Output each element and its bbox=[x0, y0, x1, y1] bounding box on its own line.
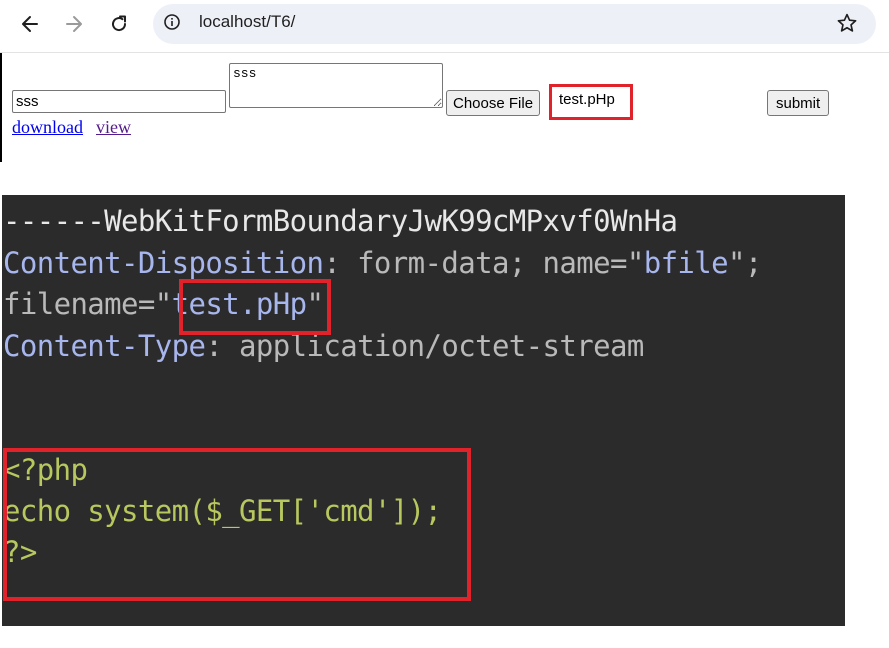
back-arrow-icon bbox=[22, 16, 38, 32]
choose-file-button[interactable]: Choose File bbox=[446, 90, 541, 116]
message-textarea[interactable]: sss bbox=[229, 63, 443, 108]
back-button[interactable] bbox=[15, 9, 45, 39]
star-icon[interactable] bbox=[836, 12, 858, 34]
text-field[interactable] bbox=[12, 90, 226, 113]
file-name-highlight bbox=[549, 84, 633, 120]
cd-quote-close: "; bbox=[728, 246, 762, 280]
cd-key: Content-Disposition bbox=[3, 246, 324, 280]
fn-key: filename= bbox=[3, 287, 155, 321]
reload-button[interactable] bbox=[104, 9, 134, 39]
fn-quote-open: " bbox=[154, 287, 172, 321]
page-left-edge bbox=[0, 53, 2, 162]
browser-toolbar: localhost/T6/ bbox=[0, 0, 889, 53]
cd-sep: : form-data; name= bbox=[323, 246, 627, 280]
content-disposition-line: Content-Disposition: form-data; name="bf… bbox=[3, 245, 762, 281]
filename-highlight bbox=[179, 279, 331, 335]
reload-icon bbox=[112, 15, 127, 32]
cd-name-value: bfile bbox=[643, 246, 729, 280]
boundary-line: ------WebKitFormBoundaryJwK99cMPxvf0WnHa bbox=[3, 204, 678, 238]
forward-button[interactable] bbox=[59, 9, 89, 39]
download-link[interactable]: download bbox=[12, 117, 83, 138]
cd-quote-open: " bbox=[626, 246, 644, 280]
ct-key: Content-Type bbox=[3, 329, 206, 363]
submit-button[interactable]: submit bbox=[767, 90, 830, 116]
url-text[interactable]: localhost/T6/ bbox=[199, 12, 295, 32]
forward-arrow-icon bbox=[66, 16, 82, 32]
request-code-panel: ------WebKitFormBoundaryJwK99cMPxvf0WnHa… bbox=[2, 195, 845, 626]
info-icon[interactable] bbox=[164, 14, 180, 30]
view-link[interactable]: view bbox=[96, 117, 131, 138]
php-code-highlight bbox=[3, 448, 471, 601]
